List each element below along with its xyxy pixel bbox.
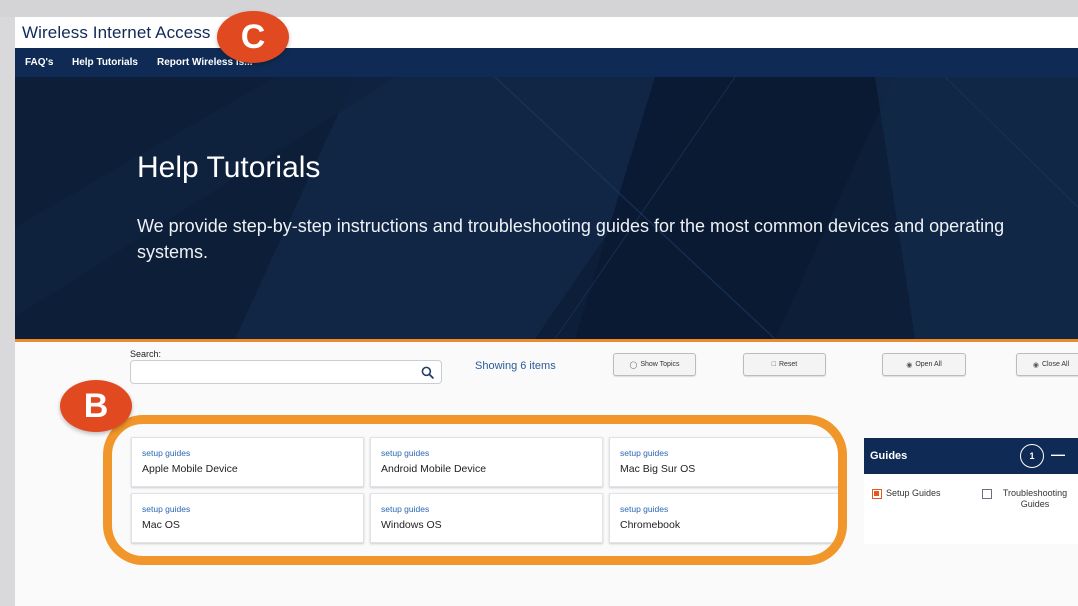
- card-category[interactable]: setup guides: [381, 448, 429, 458]
- reset-button[interactable]: □ Reset: [743, 353, 826, 376]
- hero-banner: Help Tutorials We provide step-by-step i…: [15, 77, 1078, 339]
- hero-title: Help Tutorials: [137, 151, 321, 184]
- main-nav: FAQ's Help Tutorials Report Wireless Is.…: [15, 48, 1078, 77]
- guide-card-chromebook[interactable]: setup guides Chromebook: [609, 493, 842, 543]
- annotation-badge-b: B: [60, 380, 132, 432]
- show-topics-label: Show Topics: [640, 361, 680, 368]
- search-input[interactable]: [137, 364, 417, 380]
- search-icon[interactable]: [421, 366, 434, 379]
- close-all-label: Close All: [1041, 361, 1070, 368]
- nav-item-faqs[interactable]: FAQ's: [25, 57, 54, 68]
- collapse-icon[interactable]: —: [1051, 446, 1065, 462]
- show-topics-button[interactable]: ◯ Show Topics: [613, 353, 696, 376]
- close-all-radio-icon: ◉: [1032, 361, 1039, 369]
- lightbulb-icon: ◯: [629, 361, 638, 369]
- card-category[interactable]: setup guides: [620, 504, 668, 514]
- card-category[interactable]: setup guides: [142, 448, 190, 458]
- guides-panel-header[interactable]: Guides 1 —: [864, 438, 1078, 474]
- guide-card-android-mobile-device[interactable]: setup guides Android Mobile Device: [370, 437, 603, 487]
- card-title: Apple Mobile Device: [142, 463, 238, 475]
- guide-card-windows-os[interactable]: setup guides Windows OS: [370, 493, 603, 543]
- open-all-radio-icon: ◉: [906, 361, 913, 369]
- card-title: Mac Big Sur OS: [620, 463, 696, 475]
- hero-background-pattern: [15, 77, 1078, 339]
- card-category[interactable]: setup guides: [142, 504, 190, 514]
- checkbox-unchecked-icon[interactable]: [982, 489, 992, 499]
- filter-setup-guides[interactable]: Setup Guides: [872, 488, 941, 499]
- site-header: Wireless Internet Access: [15, 17, 1078, 48]
- annotation-badge-c: C: [217, 11, 289, 63]
- reset-label: Reset: [778, 361, 798, 368]
- card-category[interactable]: setup guides: [381, 504, 429, 514]
- open-all-label: Open All: [915, 361, 942, 368]
- guides-count-badge: 1: [1020, 444, 1044, 468]
- filter-label: Setup Guides: [886, 488, 941, 498]
- filter-troubleshooting-guides[interactable]: Troubleshooting Guides: [982, 488, 1074, 510]
- search-field[interactable]: [130, 360, 442, 384]
- results-count: Showing 6 items: [475, 360, 556, 372]
- hero-subtitle: We provide step-by-step instructions and…: [137, 216, 1005, 262]
- close-all-button[interactable]: ◉ Close All: [1016, 353, 1078, 376]
- filter-label: Troubleshooting Guides: [1002, 488, 1068, 509]
- search-label: Search:: [130, 349, 162, 359]
- hero-divider: [15, 339, 1078, 342]
- guide-card-mac-big-sur-os[interactable]: setup guides Mac Big Sur OS: [609, 437, 842, 487]
- open-all-button[interactable]: ◉ Open All: [882, 353, 966, 376]
- guides-filter-panel: Guides 1 — Setup Guides Troubleshooting …: [864, 438, 1078, 544]
- window-frame-top: [0, 0, 1078, 17]
- card-title: Android Mobile Device: [381, 463, 487, 475]
- checkbox-checked-icon[interactable]: [872, 489, 882, 499]
- nav-item-help-tutorials[interactable]: Help Tutorials: [72, 57, 138, 68]
- guide-card-apple-mobile-device[interactable]: setup guides Apple Mobile Device: [131, 437, 364, 487]
- site-title[interactable]: Wireless Internet Access: [22, 23, 211, 43]
- trash-icon: □: [771, 361, 776, 368]
- guide-card-mac-os[interactable]: setup guides Mac OS: [131, 493, 364, 543]
- card-category[interactable]: setup guides: [620, 448, 668, 458]
- card-title: Chromebook: [620, 519, 681, 531]
- page: Wireless Internet Access FAQ's Help Tuto…: [15, 17, 1078, 606]
- card-title: Mac OS: [142, 519, 180, 531]
- window-frame-left: [0, 17, 15, 606]
- card-title: Windows OS: [381, 519, 442, 531]
- guides-panel-title: Guides: [870, 450, 908, 462]
